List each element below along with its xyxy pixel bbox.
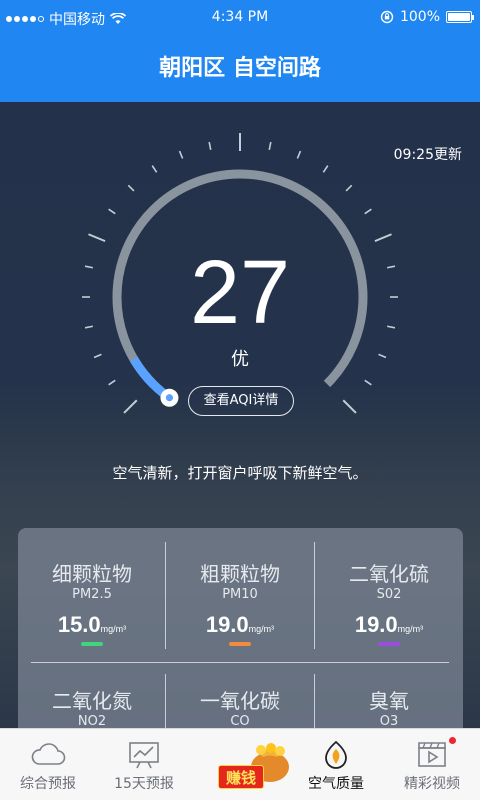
pollutant-co[interactable]: 一氧化碳 CO: [166, 685, 314, 728]
pollutant-code: NO2: [77, 714, 107, 728]
leaf-drop-icon: [325, 740, 347, 769]
earn-money-label: 赚钱: [218, 765, 264, 789]
nav-item-15day[interactable]: 15天预报: [96, 729, 192, 800]
gauge-tick: [123, 399, 138, 414]
nav-label: 综合预报: [20, 776, 76, 792]
gauge-tick: [374, 233, 392, 243]
pollutant-color-bar: [378, 642, 400, 646]
location-title[interactable]: 朝阳区 自空间路: [0, 50, 480, 82]
pollutant-value: 15.0mg/m³: [57, 612, 127, 637]
pollutant-color-bar: [81, 642, 103, 646]
pollutant-name: 粗颗粒物: [200, 562, 280, 586]
gauge-tick: [345, 184, 353, 192]
nav-item-forecast[interactable]: 综合预报: [0, 729, 96, 800]
pollutant-name: 细颗粒物: [52, 562, 132, 586]
battery-percent: 100%: [399, 9, 440, 25]
gauge-tick: [268, 141, 272, 151]
gauge-tick: [342, 399, 357, 414]
pollutant-code: S02: [376, 587, 402, 602]
top-bar: 中国移动 4:34 PM 100% 朝阳区 自空间路: [0, 0, 480, 102]
rotation-lock-icon: [380, 10, 394, 24]
gauge-tick: [108, 379, 116, 386]
gauge-tick: [88, 233, 106, 243]
pollutant-so2[interactable]: 二氧化硫 S02 19.0mg/m³: [315, 558, 463, 646]
battery-icon: [446, 11, 474, 23]
pollutant-pm25[interactable]: 细颗粒物 PM2.5 15.0mg/m³: [18, 558, 166, 646]
gauge-tick: [108, 208, 116, 215]
pollutant-o3[interactable]: 臭氧 O3: [315, 685, 463, 728]
gauge-tick: [296, 150, 302, 159]
video-clapper-icon: [418, 742, 446, 767]
status-bar: 中国移动 4:34 PM 100%: [0, 0, 480, 36]
pollutant-code: PM2.5: [72, 587, 112, 602]
nav-label: 15天预报: [114, 776, 174, 792]
nav-item-air-quality[interactable]: 空气质量: [288, 729, 384, 800]
air-advice: 空气清新，打开窗户呼吸下新鲜空气。: [112, 464, 368, 482]
pollutant-panel: 细颗粒物 PM2.5 15.0mg/m³ 粗颗粒物 PM10 19.0mg/m³…: [18, 528, 463, 728]
gauge-tick: [322, 165, 329, 173]
aqi-detail-button[interactable]: 查看AQI详情: [188, 386, 294, 416]
gauge-tick: [127, 184, 135, 192]
pollutant-code: CO: [230, 714, 250, 728]
gauge-tick: [364, 208, 372, 215]
gauge-tick: [208, 141, 212, 151]
pollutant-name: 臭氧: [369, 689, 409, 713]
pollutant-name: 二氧化硫: [349, 562, 429, 586]
chart-board-icon: [129, 742, 159, 769]
pollutant-code: O3: [379, 714, 399, 728]
gauge-tick: [364, 379, 372, 386]
gauge-marker: [160, 388, 179, 407]
nav-item-earn-money[interactable]: 赚钱: [192, 729, 289, 800]
aqi-value: 27: [189, 243, 291, 343]
aqi-level: 优: [231, 349, 249, 370]
pollutant-name: 二氧化氮: [52, 689, 132, 713]
nav-label: 精彩视频: [404, 776, 460, 792]
bottom-nav: 综合预报 15天预报 赚钱 空气质量 精彩视频: [0, 728, 480, 800]
cloud-icon: [31, 743, 66, 765]
gauge-tick: [151, 165, 158, 173]
pollutant-code: PM10: [222, 587, 258, 602]
aqi-main: 09:25更新 27 优 查看AQI详情 空气清新，打开窗户呼吸下新鲜空气。 细…: [0, 102, 480, 728]
pollutant-name: 一氧化碳: [200, 689, 280, 713]
money-bag-icon: 赚钱: [214, 733, 289, 795]
nav-item-videos[interactable]: 精彩视频: [384, 729, 480, 800]
status-bar-right: 100%: [380, 9, 474, 25]
pollutant-value: 19.0mg/m³: [205, 612, 275, 637]
pollutant-color-bar: [229, 642, 251, 646]
pollutant-value: 19.0mg/m³: [354, 612, 424, 637]
pollutant-pm10[interactable]: 粗颗粒物 PM10 19.0mg/m³: [166, 558, 314, 646]
nav-label: 空气质量: [308, 776, 364, 792]
gauge-tick: [178, 150, 184, 159]
pollutant-no2[interactable]: 二氧化氮 NO2: [18, 685, 166, 728]
notification-dot: [449, 737, 456, 744]
